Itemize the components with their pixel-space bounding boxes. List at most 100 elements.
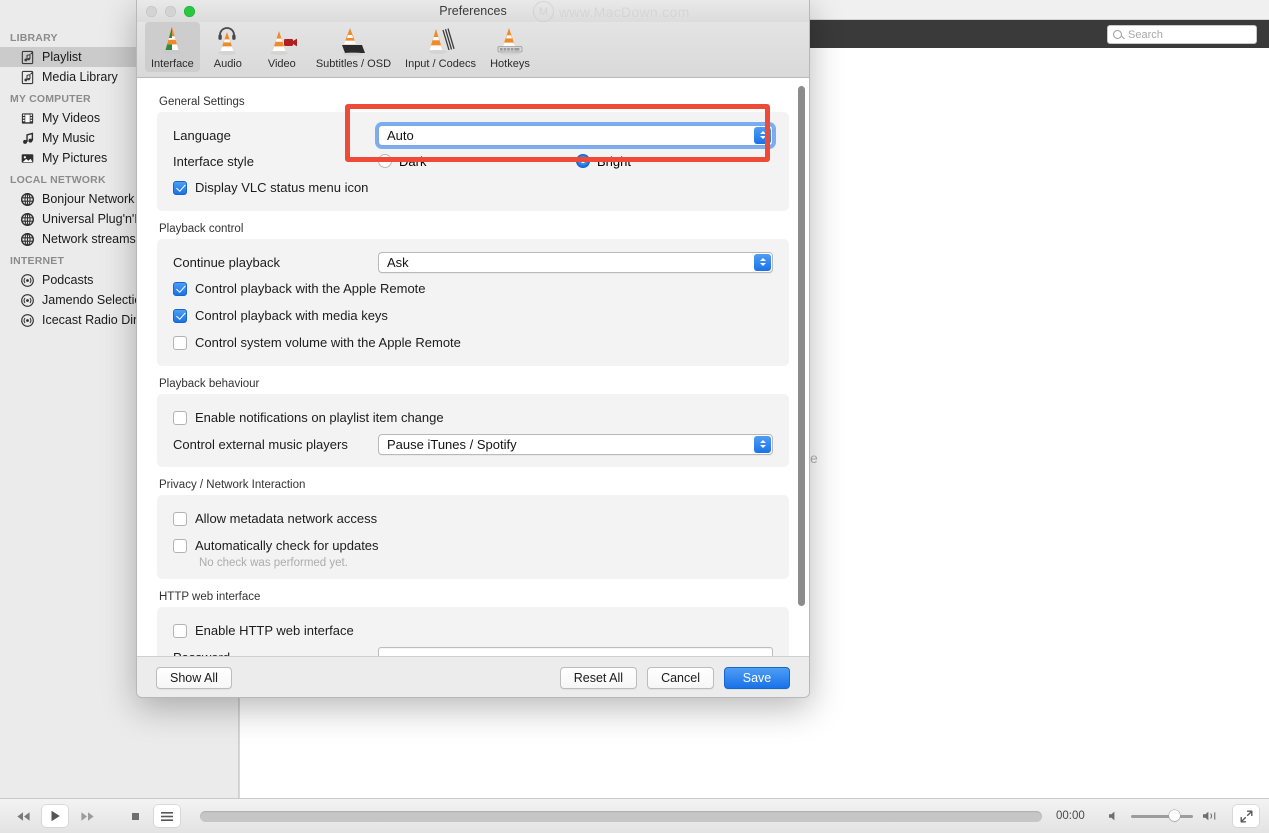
- tab-audio[interactable]: Audio: [202, 22, 254, 72]
- section-playback-control: Continue playback Ask Control playback w…: [157, 239, 789, 366]
- stop-button[interactable]: [122, 805, 148, 827]
- row-http-password: Password: [173, 644, 773, 656]
- preferences-scrollbar[interactable]: [798, 86, 805, 631]
- sidebar-item-label: Universal Plug'n'P: [42, 212, 143, 226]
- vlc-cone-interface-icon: [163, 27, 182, 55]
- system-volume-label: Control system volume with the Apple Rem…: [195, 335, 461, 350]
- notifications-checkbox[interactable]: [173, 410, 187, 425]
- sidebar-item-label: My Videos: [42, 111, 101, 125]
- close-button[interactable]: [146, 5, 157, 17]
- rewind-button[interactable]: [10, 805, 36, 827]
- section-title-playback-control: Playback control: [159, 223, 244, 235]
- row-media-keys[interactable]: Control playback with media keys: [173, 302, 773, 329]
- sidebar-item-label: Jamendo Selection: [42, 293, 149, 307]
- tab-interface[interactable]: Interface: [145, 22, 200, 72]
- show-all-button[interactable]: Show All: [156, 666, 232, 689]
- enable-http-checkbox[interactable]: [173, 623, 187, 638]
- playlist-icon: [21, 50, 34, 64]
- vlc-cone-hotkeys-icon: [497, 28, 523, 56]
- continue-playback-popup-button[interactable]: Ask: [378, 251, 773, 273]
- volume-knob[interactable]: [1169, 810, 1180, 821]
- check-updates-label: Automatically check for updates: [195, 538, 379, 553]
- preferences-footer: Show All Reset All Cancel Save: [137, 656, 809, 697]
- playlist-toggle-button[interactable]: [154, 805, 180, 827]
- window-controls: [137, 5, 195, 17]
- row-metadata-access[interactable]: Allow metadata network access: [173, 505, 773, 532]
- music-note-icon: [23, 132, 34, 144]
- background-text: e: [810, 450, 818, 466]
- language-value: Auto: [387, 127, 414, 143]
- podcast-icon: [21, 313, 34, 327]
- language-label: Language: [173, 127, 231, 143]
- radio-dark-label: Dark: [399, 153, 427, 169]
- chevron-updown-icon: [754, 435, 771, 453]
- row-notifications[interactable]: Enable notifications on playlist item ch…: [173, 404, 773, 431]
- apple-remote-label: Control playback with the Apple Remote: [195, 281, 426, 296]
- vlc-cone-input-icon: [429, 28, 456, 54]
- system-volume-checkbox[interactable]: [173, 335, 187, 350]
- fast-forward-button[interactable]: [74, 805, 100, 827]
- stop-icon: [131, 812, 139, 820]
- search-field[interactable]: [1107, 25, 1257, 44]
- status-menu-checkbox[interactable]: [173, 180, 187, 195]
- tab-subtitles-osd[interactable]: Subtitles / OSD: [310, 22, 397, 72]
- scrollbar-thumb[interactable]: [798, 86, 805, 606]
- row-apple-remote[interactable]: Control playback with the Apple Remote: [173, 275, 773, 302]
- tab-video[interactable]: Video: [256, 22, 308, 72]
- notifications-label: Enable notifications on playlist item ch…: [195, 410, 444, 425]
- row-check-updates[interactable]: Automatically check for updates: [173, 532, 773, 559]
- update-status-hint: No check was performed yet.: [199, 557, 348, 569]
- vlc-cone-audio-icon: [217, 27, 236, 55]
- section-title-playback-behaviour: Playback behaviour: [159, 378, 260, 390]
- apple-remote-checkbox[interactable]: [173, 281, 187, 296]
- tab-input-codecs[interactable]: Input / Codecs: [399, 22, 482, 72]
- interface-style-label: Interface style: [173, 153, 254, 169]
- search-input[interactable]: [1126, 27, 1251, 42]
- play-button[interactable]: [42, 805, 68, 827]
- tab-hotkeys[interactable]: Hotkeys: [484, 22, 536, 72]
- tab-label: Hotkeys: [490, 58, 530, 70]
- metadata-access-checkbox[interactable]: [173, 511, 187, 526]
- check-updates-checkbox[interactable]: [173, 538, 187, 553]
- language-popup-button[interactable]: Auto: [378, 124, 773, 146]
- radio-dark-control[interactable]: [378, 154, 392, 168]
- row-external-players: Control external music players Pause iTu…: [173, 431, 773, 457]
- tab-label: Video: [267, 58, 296, 70]
- radio-bright-control[interactable]: [576, 154, 590, 168]
- chevron-updown-icon: [754, 253, 771, 271]
- minimize-button[interactable]: [165, 5, 176, 17]
- fullscreen-icon: [1240, 810, 1252, 822]
- volume-slider[interactable]: [1131, 810, 1193, 821]
- seek-slider[interactable]: [200, 810, 1042, 822]
- external-players-value: Pause iTunes / Spotify: [387, 436, 517, 452]
- preferences-content: General Settings Language Auto Interface…: [137, 78, 809, 656]
- volume-low-icon[interactable]: [1108, 810, 1122, 822]
- row-status-menu-icon[interactable]: Display VLC status menu icon: [173, 174, 773, 201]
- radio-bright[interactable]: Bright: [576, 154, 631, 169]
- section-general: Language Auto Interface style Dark Brigh…: [157, 112, 789, 211]
- fullscreen-button[interactable]: [1233, 805, 1259, 827]
- radio-bright-label: Bright: [597, 153, 631, 169]
- section-title-general: General Settings: [159, 96, 245, 108]
- zoom-button[interactable]: [184, 5, 195, 17]
- external-players-popup-button[interactable]: Pause iTunes / Spotify: [378, 433, 773, 455]
- radio-dark[interactable]: Dark: [378, 154, 576, 169]
- preferences-dialog: Preferences M www.MacDown.com Interface: [136, 0, 810, 698]
- watermark-text: www.MacDown.com: [559, 3, 690, 20]
- film-icon: [21, 112, 34, 124]
- volume-high-icon[interactable]: [1202, 810, 1219, 822]
- globe-icon: [20, 212, 35, 226]
- search-icon: [1113, 30, 1122, 39]
- continue-playback-label: Continue playback: [173, 254, 280, 270]
- row-enable-http[interactable]: Enable HTTP web interface: [173, 617, 773, 644]
- cancel-button[interactable]: Cancel: [647, 666, 714, 689]
- row-system-volume[interactable]: Control system volume with the Apple Rem…: [173, 329, 773, 356]
- reset-all-button[interactable]: Reset All: [559, 666, 638, 689]
- save-button[interactable]: Save: [724, 666, 790, 689]
- http-password-label: Password: [173, 650, 378, 657]
- media-keys-checkbox[interactable]: [173, 308, 187, 323]
- chevron-updown-icon: [754, 126, 771, 144]
- media-library-icon: [21, 70, 34, 84]
- row-continue-playback: Continue playback Ask: [173, 249, 773, 275]
- http-password-input[interactable]: [378, 646, 773, 656]
